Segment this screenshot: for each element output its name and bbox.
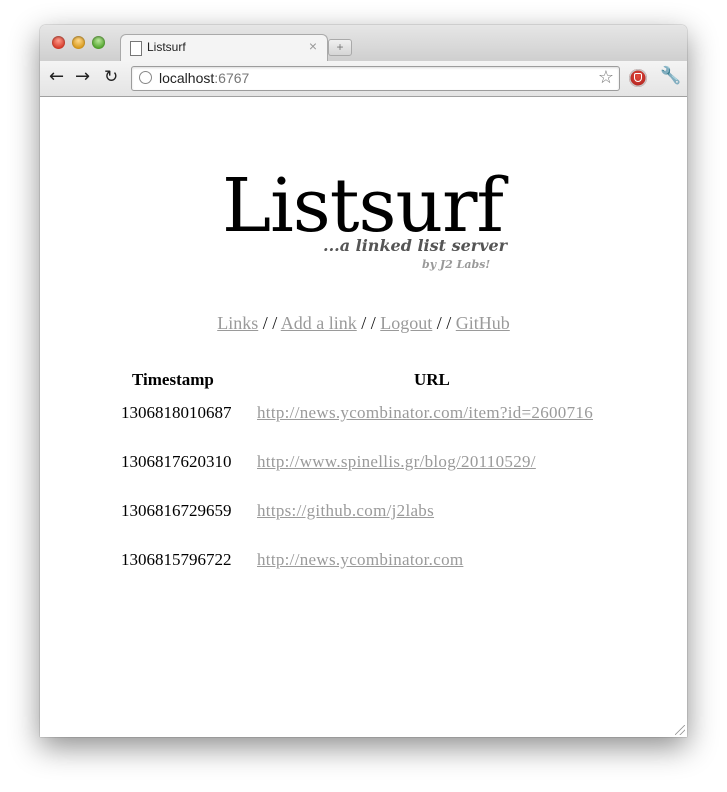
nav-add-link[interactable]: Add a link — [281, 313, 357, 333]
row-url-link[interactable]: http://www.spinellis.gr/blog/20110529/ — [257, 452, 536, 472]
tab-title: Listsurf — [147, 40, 186, 54]
page-icon — [130, 41, 142, 56]
row-timestamp: 1306816729659 — [121, 501, 232, 520]
row-url-link[interactable]: https://github.com/j2labs — [257, 501, 434, 521]
page-content: Listsurf ...a linked list server by J2 L… — [40, 97, 687, 737]
browser-window: Listsurf × + ← → ↻ localhost:6767 ☆ 🔧 Li… — [40, 25, 687, 737]
column-header-timestamp: Timestamp — [132, 370, 214, 389]
address-text[interactable]: localhost:6767 — [159, 70, 249, 86]
resize-grip[interactable] — [675, 725, 685, 735]
site-byline: by J2 Labs! — [422, 258, 491, 271]
column-header-url: URL — [414, 370, 450, 389]
maximize-window-button[interactable] — [92, 36, 105, 49]
row-url-link[interactable]: http://news.ycombinator.com/item?id=2600… — [257, 403, 593, 423]
nav-links[interactable]: Links — [217, 313, 258, 333]
minimize-window-button[interactable] — [72, 36, 85, 49]
browser-tab[interactable]: Listsurf × — [120, 34, 328, 62]
globe-icon — [139, 71, 152, 84]
site-tagline: ...a linked list server — [323, 236, 508, 255]
row-url-link[interactable]: http://news.ycombinator.com — [257, 550, 463, 570]
nav-logout[interactable]: Logout — [380, 313, 432, 333]
nav-separator: / / — [262, 313, 278, 333]
nav-github[interactable]: GitHub — [456, 313, 510, 333]
url-host: localhost — [159, 70, 215, 86]
url-port: :6767 — [214, 70, 250, 86]
address-bar[interactable]: localhost:6767 ☆ — [131, 66, 620, 91]
main-nav: Links / / Add a link / / Logout / / GitH… — [40, 313, 687, 334]
row-timestamp: 1306818010687 — [121, 403, 232, 422]
back-arrow-icon[interactable]: ← — [49, 66, 64, 87]
row-timestamp: 1306817620310 — [121, 452, 232, 471]
reload-icon[interactable]: ↻ — [104, 67, 118, 87]
row-timestamp: 1306815796722 — [121, 550, 232, 569]
forward-arrow-icon[interactable]: → — [75, 66, 90, 87]
tab-close-icon[interactable]: × — [309, 38, 317, 54]
nav-separator: / / — [436, 313, 452, 333]
new-tab-button[interactable]: + — [328, 39, 352, 56]
bookmark-star-icon[interactable]: ☆ — [598, 67, 614, 88]
wrench-icon[interactable]: 🔧 — [660, 66, 681, 86]
close-window-button[interactable] — [52, 36, 65, 49]
title-bar: Listsurf × + — [40, 25, 687, 62]
site-logo: Listsurf — [222, 163, 504, 249]
nav-separator: / / — [361, 313, 376, 333]
adblock-icon[interactable] — [629, 69, 647, 87]
browser-toolbar: ← → ↻ localhost:6767 ☆ 🔧 — [40, 61, 687, 97]
